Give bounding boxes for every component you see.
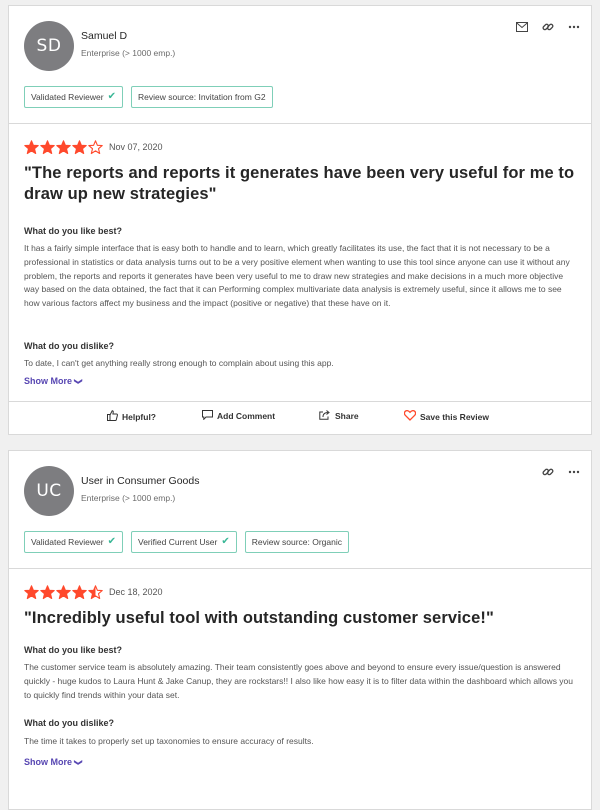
star-icon [56, 585, 71, 600]
share-label: Share [335, 411, 359, 421]
star-icon [88, 140, 103, 155]
star-icon [88, 585, 103, 600]
review-actions: Helpful? Add Comment Share Save this Rev… [9, 410, 591, 428]
add-comment-button[interactable]: Add Comment [202, 410, 275, 422]
link-icon[interactable] [541, 20, 555, 34]
star-icon [24, 140, 39, 155]
badge-row: Validated Reviewer ✔ Review source: Invit… [24, 86, 273, 108]
review-tools [515, 20, 581, 34]
star-icon [72, 140, 87, 155]
badge-row: Validated Reviewer ✔ Verified Current Use… [24, 531, 349, 553]
dislike-question: What do you dislike? [24, 341, 115, 351]
badge-label: Validated Reviewer [31, 92, 104, 102]
avatar: SD [24, 21, 74, 71]
check-icon: ✔ [107, 91, 116, 102]
star-icon [72, 585, 87, 600]
reviewer-name: User in Consumer Goods [81, 475, 200, 487]
helpful-label: Helpful? [122, 411, 156, 422]
review-source-badge: Review source: Invitation from G2 [131, 86, 273, 108]
review-date: Nov 07, 2020 [109, 142, 163, 152]
helpful-button[interactable]: Helpful? [107, 410, 156, 423]
reviewer-name: Samuel D [81, 30, 128, 42]
mail-icon[interactable] [515, 20, 529, 34]
chevron-down-icon: ❯ [73, 759, 83, 766]
divider [9, 123, 591, 124]
star-icon [40, 585, 55, 600]
link-icon[interactable] [541, 465, 555, 479]
check-icon: ✔ [107, 536, 116, 547]
share-icon [319, 410, 331, 422]
review-title: "Incredibly useful tool with outstanding… [24, 609, 494, 627]
validated-reviewer-badge: Validated Reviewer ✔ [24, 86, 123, 108]
like-answer: The customer service team is absolutely … [24, 662, 574, 700]
more-options-icon[interactable] [567, 465, 581, 479]
badge-label: Validated Reviewer [31, 537, 104, 547]
add-comment-label: Add Comment [217, 411, 276, 421]
chevron-down-icon: ❯ [73, 378, 83, 385]
company-size: Enterprise (> 1000 emp.) [81, 493, 176, 503]
star-icon [56, 140, 71, 155]
badge-label: Verified Current User [138, 537, 218, 547]
heart-icon [403, 410, 417, 423]
review-date: Dec 18, 2020 [109, 587, 163, 597]
review-card: SD Samuel D Enterprise (> 1000 emp.) Val… [8, 5, 592, 435]
badge-label: Review source: Invitation from G2 [138, 92, 266, 102]
show-more-link[interactable]: Show More ❯ [24, 376, 83, 386]
check-icon: ✔ [221, 536, 230, 547]
save-review-button[interactable]: Save this Review [403, 410, 489, 423]
like-question: What do you like best? [24, 226, 123, 236]
divider [9, 401, 591, 402]
share-button[interactable]: Share [319, 410, 359, 422]
dislike-answer: To date, I can't get anything really str… [24, 358, 334, 368]
comment-icon [202, 410, 213, 422]
star-rating [24, 585, 103, 600]
show-more-link[interactable]: Show More ❯ [24, 757, 83, 767]
validated-reviewer-badge: Validated Reviewer ✔ [24, 531, 123, 553]
star-rating [24, 140, 103, 155]
company-size: Enterprise (> 1000 emp.) [81, 48, 176, 58]
avatar: UC [24, 466, 74, 516]
dislike-question: What do you dislike? [24, 718, 115, 728]
divider [9, 568, 591, 569]
review-card: UC User in Consumer Goods Enterprise (> … [8, 450, 592, 810]
more-options-icon[interactable] [567, 20, 581, 34]
review-tools [541, 465, 581, 479]
like-answer: It has a fairly simple interface that is… [24, 243, 570, 309]
verified-user-badge: Verified Current User ✔ [131, 531, 237, 553]
review-title: "The reports and reports it generates ha… [24, 164, 575, 203]
thumbs-up-icon [107, 410, 118, 423]
star-icon [40, 140, 55, 155]
save-review-label: Save this Review [420, 411, 489, 422]
show-more-label: Show More [24, 757, 73, 767]
review-source-badge: Review source: Organic [244, 531, 349, 553]
badge-label: Review source: Organic [251, 537, 342, 547]
show-more-label: Show More [24, 376, 73, 386]
like-question: What do you like best? [24, 645, 123, 655]
star-icon [24, 585, 39, 600]
dislike-answer: The time it takes to properly set up tax… [24, 736, 314, 746]
